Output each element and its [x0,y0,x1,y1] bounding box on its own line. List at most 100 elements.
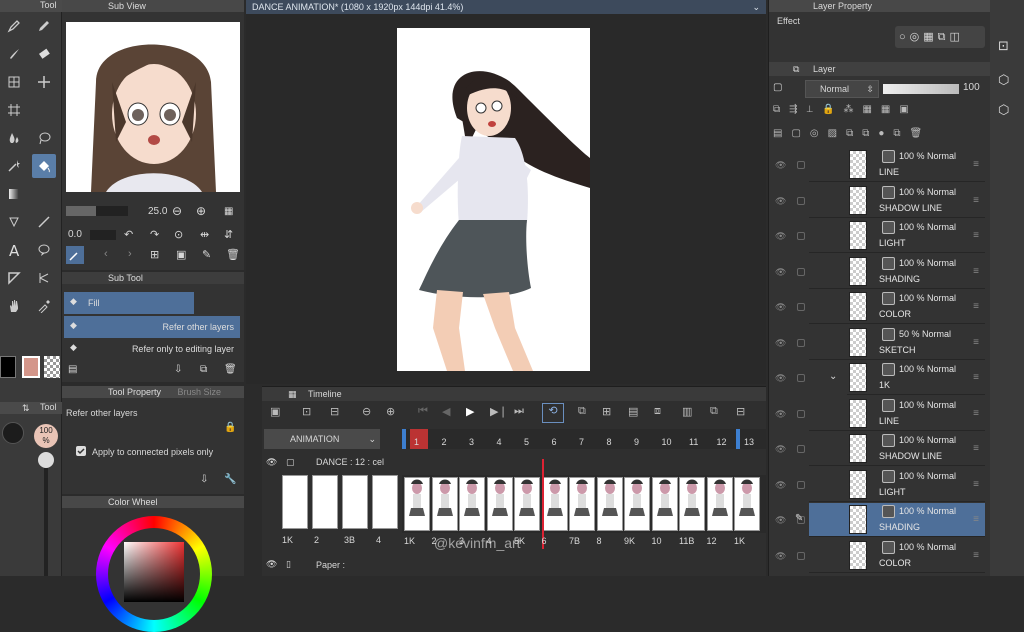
fit-image-icon[interactable]: ▣ [176,248,186,261]
cel-thumbnail[interactable] [431,477,458,531]
brush-tool-icon[interactable] [2,42,26,66]
text-tool-icon[interactable]: A [2,238,26,262]
layer-toolbar-2[interactable]: ▤▢◎▨⧉⧉●⧉🗑 [773,128,987,142]
cel-thumbnail[interactable] [459,477,485,531]
frame-number[interactable]: 6 [552,437,557,447]
frame-number[interactable]: 10 [662,437,672,447]
layer-visibility-icon[interactable]: 👁 [775,409,789,419]
loop-toggle[interactable]: ⟲ [542,403,564,423]
eraser-tool-icon[interactable] [32,42,56,66]
move-tool-icon[interactable] [32,70,56,94]
frame-number[interactable]: 3 [469,437,474,447]
layer-move-tool-icon[interactable] [2,70,26,94]
frame-number[interactable]: 8 [607,437,612,447]
frame-number[interactable]: 9 [634,437,639,447]
layer-lock-checkbox[interactable] [797,551,805,560]
tool-property-wrench-icon[interactable]: 🔧 [224,474,236,485]
blend-mode-select[interactable]: Normal ⇳ [805,80,879,98]
document-tab[interactable]: DANCE ANIMATION* (1080 x 1920px 144dpi 4… [246,0,766,14]
layer-lock-checkbox[interactable] [797,196,805,205]
layer-visibility-icon[interactable]: 👁 [775,231,789,241]
drawing-canvas[interactable] [397,28,590,371]
sub-tool-refer-editing-layer[interactable]: ◆ Refer only to editing layer [64,338,240,360]
add-image-icon[interactable]: ⊞ [150,248,159,261]
edit-timeline-icon[interactable]: ⊡ [302,405,311,418]
color-wheel-ring[interactable] [96,516,212,632]
black-color-swatch[interactable] [0,356,16,378]
prev-frame-icon[interactable]: ◀ [442,405,450,418]
layer-lock-checkbox[interactable] [797,374,805,382]
lock-icon[interactable]: 🔒 [224,422,236,433]
last-frame-icon[interactable]: ⏭ [514,405,524,418]
prev-arrow-icon[interactable]: ‹ [104,248,108,260]
flip-vertical-icon[interactable]: ⇵ [224,228,233,241]
frame-number[interactable]: 2 [442,437,447,447]
delete-image-icon[interactable]: 🗑 [226,248,240,261]
canvas-menu-chevron-icon[interactable]: ⌄ [752,0,760,14]
frame-number[interactable]: 13 [744,437,754,447]
layer-visibility-icon[interactable]: 👁 [775,551,789,561]
cel-thumbnail[interactable] [486,477,513,531]
layer-visibility-icon[interactable]: 👁 [775,373,789,383]
size-slider[interactable] [66,206,128,216]
layer-lock-checkbox[interactable] [797,480,805,489]
layer-visibility-icon[interactable]: 👁 [775,160,789,170]
sub-tool-import-icon[interactable]: ⇩ [174,364,182,375]
cel-thumbnail[interactable] [514,477,540,531]
layer-menu-icon[interactable]: ≡ [973,159,979,170]
timeline-more-icon[interactable]: ⧉ [710,405,718,418]
figure-tool-icon[interactable] [2,210,26,234]
play-button[interactable]: ▶ [466,405,474,418]
main-color-swatch[interactable] [22,356,40,378]
frame-rate-icon[interactable]: ⊟ [330,405,339,418]
balloon-tool-icon[interactable] [32,238,56,262]
sub-tool-delete-icon[interactable]: 🗑 [224,364,237,375]
lasso-tool-icon[interactable] [32,126,56,150]
layer-visibility-icon[interactable]: 👁 [775,302,789,312]
gradient-tool-icon[interactable] [2,182,26,206]
size-minus-button[interactable]: ⊖ [172,204,182,218]
dock-3d-icon[interactable]: ⬡ [998,102,1009,118]
tool-property-tab[interactable]: Tool Property [108,387,161,397]
layer-menu-icon[interactable]: ≡ [973,301,979,312]
layer-visibility-icon[interactable]: 👁 [775,196,789,206]
layer-lock-checkbox[interactable] [797,338,805,347]
line-tool-icon[interactable] [32,210,56,234]
transparent-color-swatch[interactable] [44,356,60,378]
timeline-settings-icon[interactable]: ⊟ [736,405,745,418]
pencil-tool-icon[interactable] [32,14,56,38]
frame-number[interactable]: 12 [717,437,727,447]
zoom-in-icon[interactable]: ⊕ [386,405,395,418]
first-frame-icon[interactable]: ⏮ [418,405,428,418]
new-animation-cel-icon[interactable]: ⊞ [602,405,611,418]
layer-menu-icon[interactable]: ≡ [973,550,979,561]
size-plus-button[interactable]: ⊕ [196,204,206,218]
layer-row[interactable]: 100 % Normal SHADOW LINE ≡ [809,432,985,466]
brush-size-tab[interactable]: Brush Size [178,387,222,397]
auto-select-tool-icon[interactable] [2,154,26,178]
layer-lock-checkbox[interactable] [797,267,805,276]
layer-row[interactable]: 50 % Normal SKETCH ≡ [809,326,985,360]
dock-material-icon[interactable]: ⬡ [998,72,1009,88]
layer-visibility-icon[interactable]: 👁 [775,267,789,277]
layer-lock-checkbox[interactable] [797,161,805,169]
reset-icon[interactable]: ⊙ [174,228,183,241]
folder-expand-chevron-icon[interactable]: ⌄ [829,371,837,382]
layer-row[interactable]: 100 % Normal SHADING ≡ [809,255,985,289]
hand-tool-icon[interactable] [2,294,26,318]
layer-visibility-icon[interactable]: 👁 [775,444,789,454]
cel-thumbnail[interactable] [706,477,733,531]
specify-cel-icon[interactable]: ▤ [628,405,638,418]
layer-toolbar-1[interactable]: ⧉⇶⟂🔒⁂▦▦▣ [773,104,987,118]
layer-row[interactable]: 100 % Normal LIGHT ≡ [809,468,985,502]
layer-visibility-icon[interactable]: 👁 [775,515,789,525]
cel-thumbnail[interactable] [624,477,650,531]
cel-thumbnail[interactable] [569,477,595,531]
frame-number[interactable]: 11 [689,437,698,447]
edit-icon[interactable]: ✎ [202,248,211,261]
correct-line-tool-icon[interactable] [32,266,56,290]
color-saturation-square[interactable] [124,542,184,602]
layer-row[interactable]: 100 % Normal COLOR ≡ [809,539,985,573]
layer-menu-icon[interactable]: ≡ [973,266,979,277]
cel-thumbnail[interactable] [734,477,760,531]
